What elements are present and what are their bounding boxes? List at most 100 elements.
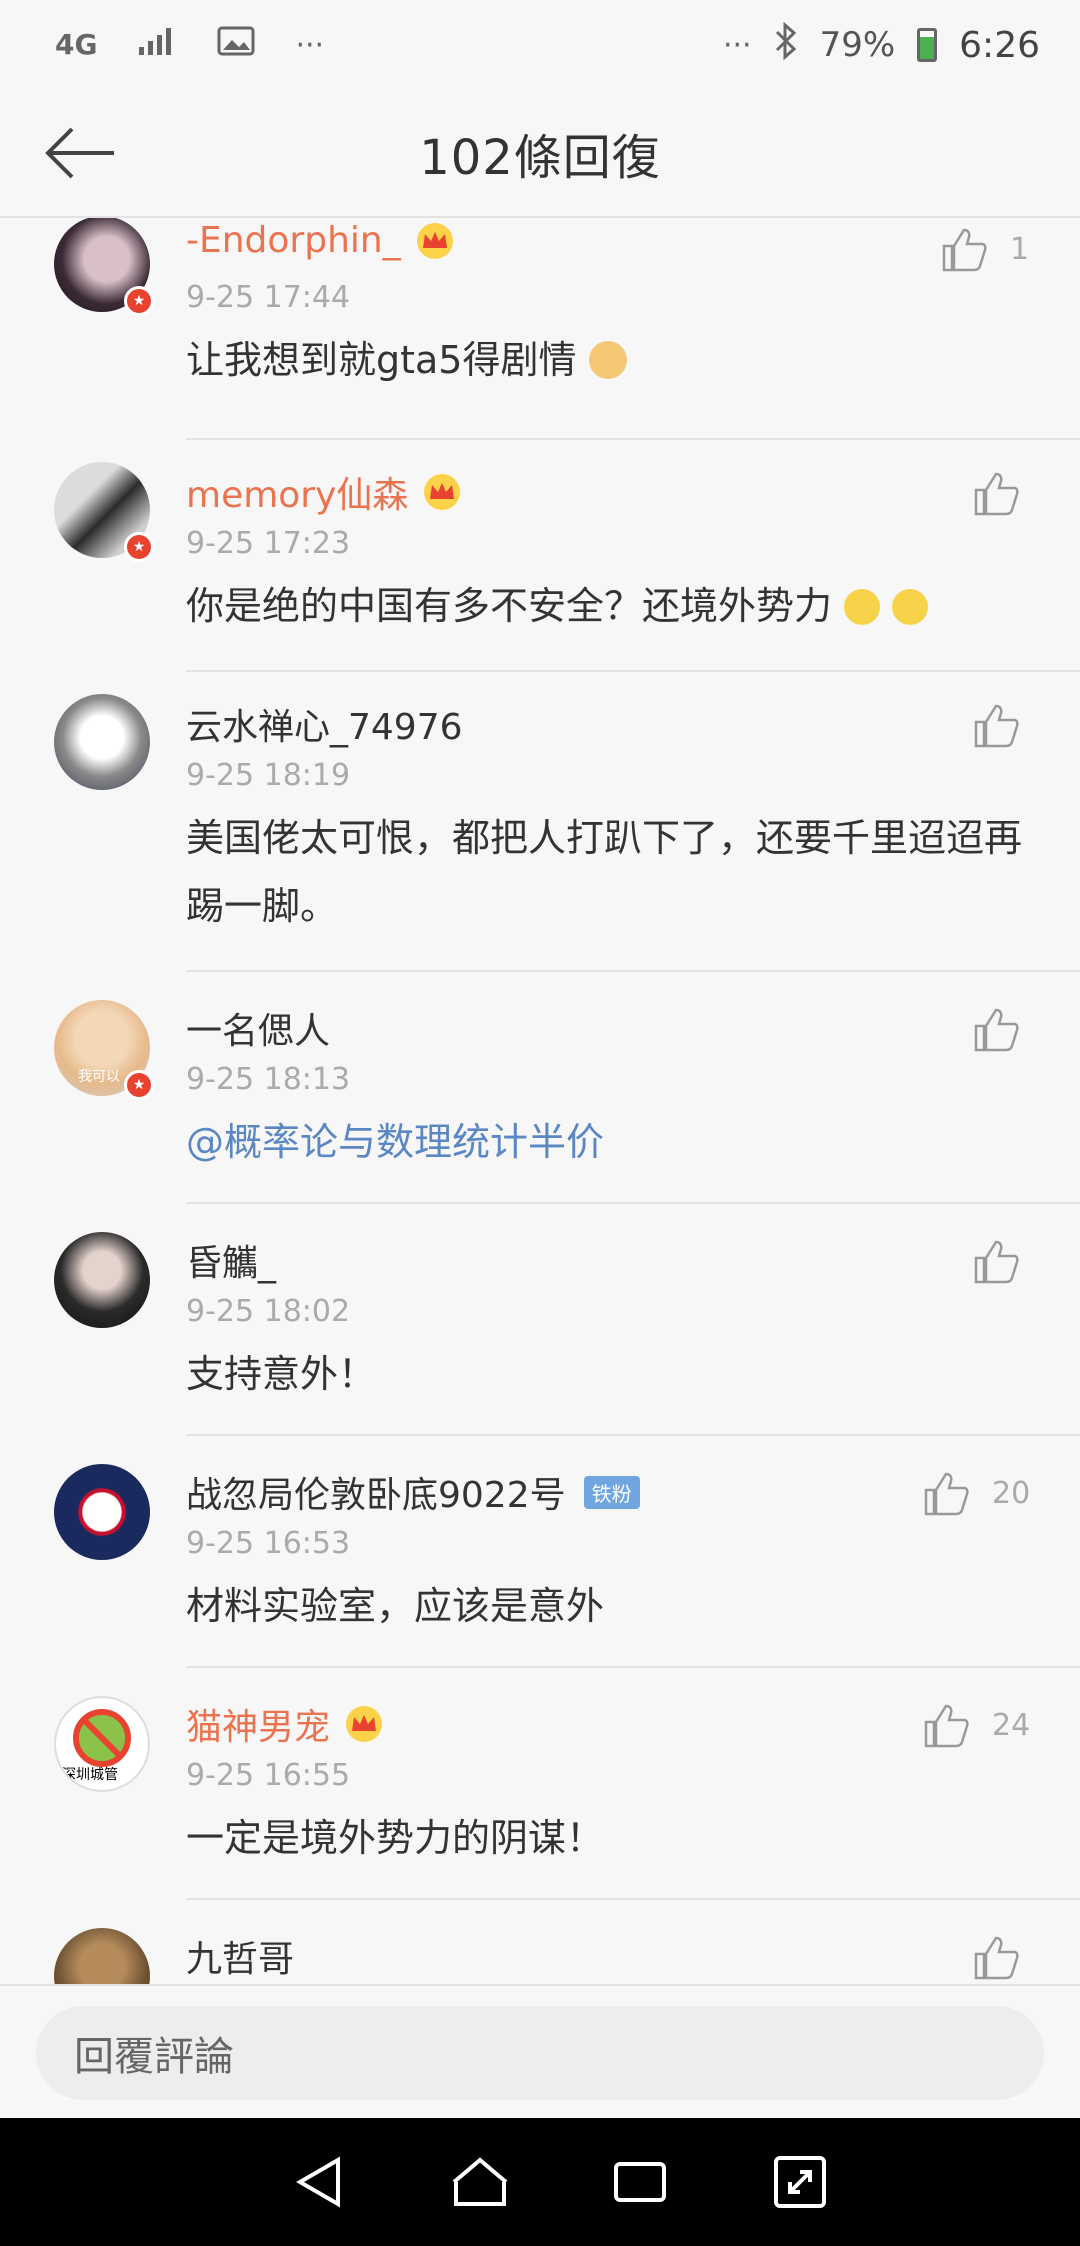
username-text: 一名偲人 (186, 1011, 331, 1052)
comment-username[interactable]: 一名偲人 (186, 1002, 330, 1054)
reply-placeholder: 回覆評論 (74, 2034, 234, 2080)
like-button[interactable]: 20 (922, 1470, 1030, 1516)
avatar[interactable] (54, 1464, 150, 1560)
thumbs-up-icon (974, 1008, 1019, 1052)
thumbs-up-icon (974, 1240, 1019, 1284)
comment-text: 你是绝的中国有多不安全？还境外势力 (186, 572, 1030, 640)
comment-username[interactable]: memory仙森 (186, 466, 464, 518)
comment-text: 一定是境外势力的阴谋！ (186, 1816, 605, 1860)
comment-item: 战忽局伦敦卧底9022号 铁粉 9-25 16:53 材料实验室，应该是意外 2… (0, 1436, 1080, 1668)
comment-item: ★ -Endorphin_ 9-25 17:44 让我想到就gta5得剧情 1 (0, 218, 1080, 440)
comment-time: 9-25 17:23 (186, 526, 351, 561)
thumbs-up-icon (974, 1936, 1019, 1980)
thumbs-up-icon (974, 704, 1019, 748)
image-icon (217, 25, 255, 66)
avatar[interactable]: 深圳城管 (54, 1696, 150, 1792)
comment-item: 我可以 ★ 一名偲人 9-25 18:13 @概率论与数理统计半价 (0, 972, 1080, 1204)
triangle-back-icon (296, 2156, 340, 2208)
comment-username[interactable]: -Endorphin_ (186, 220, 457, 261)
like-count: 20 (992, 1475, 1031, 1511)
comment-item: 昏觿_ 9-25 18:02 支持意外！ (0, 1204, 1080, 1436)
avatar[interactable] (54, 1232, 150, 1328)
avatar-caption: 我可以 (78, 1069, 120, 1085)
avatar-caption: 深圳城管 (62, 1767, 118, 1783)
comment-text: 支持意外！ (186, 1352, 377, 1396)
crown-icon (346, 1706, 383, 1742)
thumbs-up-icon (974, 472, 1019, 516)
nav-back-button[interactable] (275, 2137, 365, 2227)
signal-icon (137, 25, 177, 66)
back-button[interactable] (40, 118, 120, 188)
like-button[interactable] (972, 1006, 1020, 1052)
comment-text-body: 让我想到就gta5得剧情 (186, 338, 577, 382)
comment-item: 深圳城管 猫神男宠 9-25 16:55 一定是境外势力的阴谋！ 24 (0, 1668, 1080, 1900)
comment-time: 9-25 18:13 (186, 1062, 351, 1097)
username-text: 昏觿_ (186, 1243, 277, 1284)
nav-home-button[interactable] (435, 2137, 525, 2227)
username-text: 战忽局伦敦卧底9022号 (186, 1475, 566, 1516)
comment-item: ★ memory仙森 9-25 17:23 你是绝的中国有多不安全？还境外势力 (0, 440, 1080, 672)
comment-username[interactable]: 昏觿_ (186, 1234, 276, 1286)
shush-emoji-icon (844, 589, 881, 625)
avatar[interactable] (54, 1928, 150, 1984)
like-button[interactable] (972, 470, 1020, 516)
shush-emoji-icon (892, 589, 929, 625)
comment-item: 九哲哥 (0, 1900, 1080, 1984)
avatar[interactable]: ★ (54, 462, 154, 562)
back-arrow-icon (45, 127, 114, 179)
more-dots-icon-right: ··· (722, 27, 752, 63)
status-bar: 4G ··· ··· 79% 6:26 (0, 0, 1080, 90)
verified-badge-icon: ★ (124, 286, 154, 316)
thumbs-up-icon (942, 228, 987, 272)
username-text: -Endorphin_ (186, 220, 401, 261)
more-dots-icon: ··· (295, 27, 325, 63)
clock: 6:26 (959, 24, 1040, 66)
like-count: 1 (1010, 231, 1030, 267)
comment-username[interactable]: 九哲哥 (186, 1930, 294, 1982)
verified-badge-icon: ★ (124, 532, 154, 562)
bluetooth-icon (774, 21, 798, 69)
nav-recents-button[interactable] (595, 2137, 685, 2227)
battery-icon (917, 28, 938, 62)
system-nav-bar (0, 2118, 1080, 2246)
thumbs-up-icon (924, 1472, 969, 1516)
like-count: 24 (992, 1707, 1031, 1743)
comment-list[interactable]: ★ -Endorphin_ 9-25 17:44 让我想到就gta5得剧情 1 … (0, 218, 1080, 1984)
avatar[interactable]: ★ (54, 218, 154, 316)
avatar[interactable] (54, 694, 150, 790)
comment-username[interactable]: 战忽局伦敦卧底9022号 铁粉 (186, 1466, 640, 1518)
comment-time: 9-25 16:53 (186, 1526, 351, 1561)
reply-input[interactable]: 回覆評論 (36, 2006, 1044, 2100)
like-button[interactable]: 24 (922, 1702, 1030, 1748)
crown-icon (424, 474, 461, 510)
username-text: 九哲哥 (186, 1939, 295, 1980)
comment-text: 美国佬太可恨，都把人打趴下了，还要千里迢迢再踢一脚。 (186, 816, 1023, 928)
avatar[interactable]: 我可以 ★ (54, 1000, 154, 1100)
page-title: 102條回復 (419, 130, 661, 186)
comment-text: 让我想到就gta5得剧情 (186, 326, 1030, 394)
like-button[interactable] (972, 702, 1020, 748)
comment-time: 9-25 17:44 (186, 280, 351, 315)
comment-time: 9-25 18:19 (186, 758, 351, 793)
battery-percent: 79% (819, 25, 896, 65)
comment-text-body: 你是绝的中国有多不安全？还境外势力 (186, 584, 833, 628)
home-icon (452, 2157, 508, 2206)
fan-badge: 铁粉 (583, 1475, 640, 1509)
header: 102條回復 (0, 90, 1080, 218)
doge-emoji-icon (588, 341, 627, 379)
like-button[interactable] (972, 1934, 1020, 1980)
recents-icon (614, 2162, 666, 2202)
like-button[interactable]: 1 (940, 226, 1029, 272)
like-button[interactable] (972, 1238, 1020, 1284)
thumbs-up-icon (924, 1704, 969, 1748)
comment-username[interactable]: 云水禅心_74976 (186, 698, 463, 750)
comment-time: 9-25 16:55 (186, 1758, 351, 1793)
comment-item: 云水禅心_74976 9-25 18:19 美国佬太可恨，都把人打趴下了，还要千… (0, 672, 1080, 972)
mention-link[interactable]: @概率论与数理统计半价 (186, 1108, 1030, 1176)
username-text: memory仙森 (186, 475, 409, 516)
verified-badge-icon: ★ (124, 1070, 154, 1100)
username-text: 猫神男宠 (186, 1707, 331, 1748)
network-indicator: 4G (55, 28, 98, 61)
nav-expand-button[interactable] (755, 2137, 845, 2227)
comment-username[interactable]: 猫神男宠 (186, 1698, 386, 1750)
